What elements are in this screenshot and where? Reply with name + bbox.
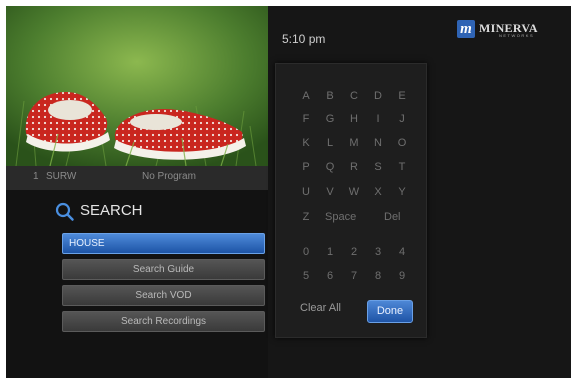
key-p[interactable]: P xyxy=(296,161,316,173)
delete-key[interactable]: Del xyxy=(384,211,401,223)
video-preview xyxy=(6,6,268,166)
key-3[interactable]: 3 xyxy=(368,246,388,258)
key-8[interactable]: 8 xyxy=(368,270,388,282)
key-n[interactable]: N xyxy=(368,137,388,149)
clock-time: 5:10 pm xyxy=(282,32,326,46)
clear-all-button[interactable]: Clear All xyxy=(300,302,341,314)
key-r[interactable]: R xyxy=(344,161,364,173)
key-1[interactable]: 1 xyxy=(320,246,340,258)
search-title: SEARCH xyxy=(80,202,143,219)
key-5[interactable]: 5 xyxy=(296,270,316,282)
space-key[interactable]: Space xyxy=(325,211,356,223)
key-o[interactable]: O xyxy=(392,137,412,149)
key-h[interactable]: H xyxy=(344,113,364,125)
key-a[interactable]: A xyxy=(296,90,316,102)
key-t[interactable]: T xyxy=(392,161,412,173)
key-m[interactable]: M xyxy=(344,137,364,149)
channel-number: 1 xyxy=(33,171,39,182)
key-s[interactable]: S xyxy=(368,161,388,173)
search-recordings-button[interactable]: Search Recordings xyxy=(62,311,265,332)
channel-info-bar: 1 SURW No Program xyxy=(6,166,268,190)
key-7[interactable]: 7 xyxy=(344,270,364,282)
key-c[interactable]: C xyxy=(344,90,364,102)
key-i[interactable]: I xyxy=(368,113,388,125)
key-k[interactable]: K xyxy=(296,137,316,149)
key-j[interactable]: J xyxy=(392,113,412,125)
key-g[interactable]: G xyxy=(320,113,340,125)
key-l[interactable]: L xyxy=(320,137,340,149)
key-x[interactable]: X xyxy=(368,186,388,198)
search-vod-button[interactable]: Search VOD xyxy=(62,285,265,306)
result-label: HOUSE xyxy=(69,238,105,249)
search-icon xyxy=(55,202,74,221)
minerva-logo: m MINERVA NETWORKS xyxy=(457,18,547,42)
key-f[interactable]: F xyxy=(296,113,316,125)
search-guide-button[interactable]: Search Guide xyxy=(62,259,265,280)
onscreen-keyboard xyxy=(275,63,427,338)
key-2[interactable]: 2 xyxy=(344,246,364,258)
key-z[interactable]: Z xyxy=(296,211,316,223)
key-w[interactable]: W xyxy=(344,186,364,198)
key-4[interactable]: 4 xyxy=(392,246,412,258)
key-v[interactable]: V xyxy=(320,186,340,198)
logo-subtitle: NETWORKS xyxy=(499,33,535,38)
search-result-house[interactable]: HOUSE xyxy=(62,233,265,254)
key-b[interactable]: B xyxy=(320,90,340,102)
channel-name: SURW xyxy=(46,171,77,182)
key-9[interactable]: 9 xyxy=(392,270,412,282)
program-title: No Program xyxy=(142,171,196,182)
logo-mark: m xyxy=(457,20,475,38)
search-heading: SEARCH xyxy=(55,202,143,222)
done-button[interactable]: Done xyxy=(367,300,413,323)
key-e[interactable]: E xyxy=(392,90,412,102)
key-d[interactable]: D xyxy=(368,90,388,102)
shoes-image xyxy=(6,6,268,166)
key-0[interactable]: 0 xyxy=(296,246,316,258)
key-y[interactable]: Y xyxy=(392,186,412,198)
key-q[interactable]: Q xyxy=(320,161,340,173)
key-6[interactable]: 6 xyxy=(320,270,340,282)
key-u[interactable]: U xyxy=(296,186,316,198)
